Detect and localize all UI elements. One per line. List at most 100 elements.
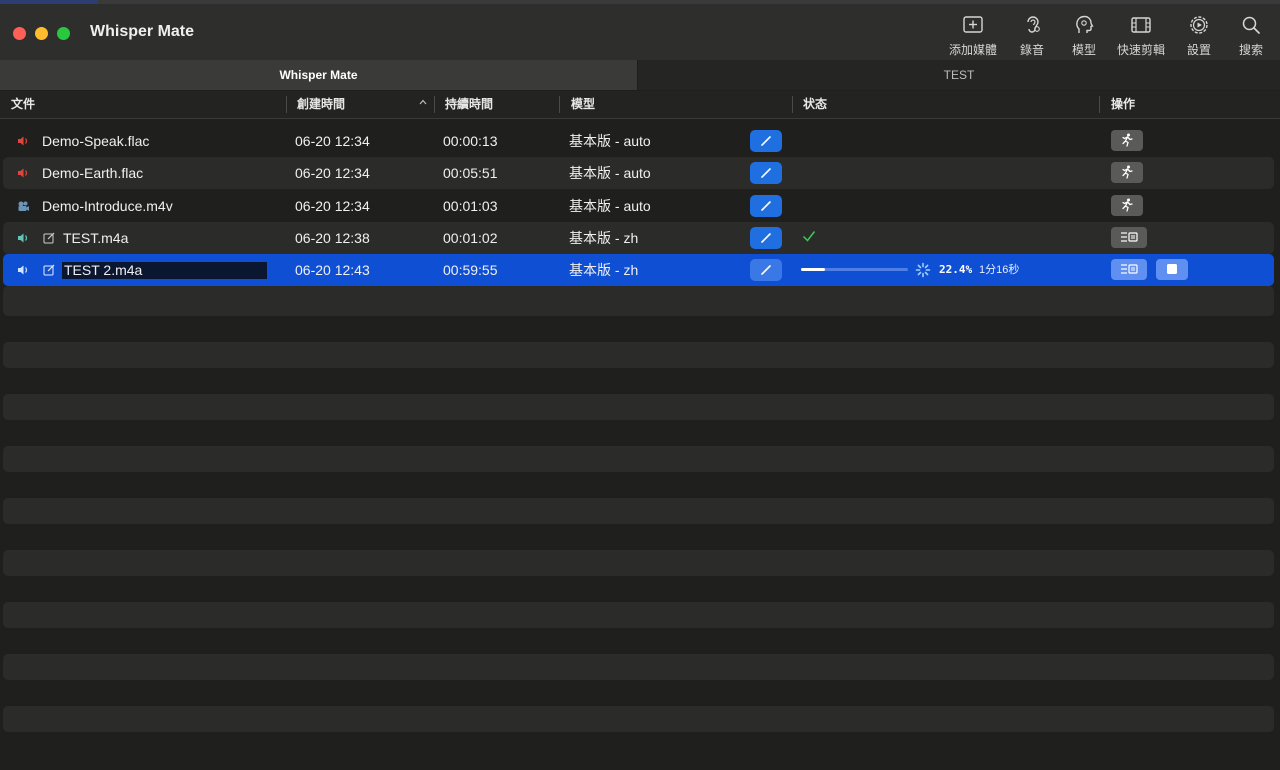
pencil-icon <box>761 168 771 178</box>
column-header-status[interactable]: 状态 <box>803 91 827 118</box>
created-time: 06-20 12:34 <box>295 133 370 149</box>
view-subtitles-button[interactable] <box>1111 227 1147 248</box>
pencil-icon <box>761 265 771 275</box>
record-label: 錄音 <box>1019 43 1044 57</box>
empty-row <box>3 290 1274 316</box>
edit-note-icon[interactable] <box>43 264 55 276</box>
created-time: 06-20 12:34 <box>295 165 370 181</box>
created-time: 06-20 12:38 <box>295 230 370 246</box>
table-row-selected[interactable]: TEST 2.m4a 06-20 12:43 00:59:55 基本版 - zh… <box>3 254 1274 286</box>
close-window-button[interactable] <box>13 27 26 40</box>
table-row[interactable]: TEST.m4a 06-20 12:38 00:01:02 基本版 - zh <box>3 222 1274 254</box>
view-subtitles-button[interactable] <box>1111 259 1147 280</box>
edit-model-button[interactable] <box>750 195 782 217</box>
pencil-icon <box>761 201 771 211</box>
video-file-icon <box>18 201 29 211</box>
search-icon <box>1242 16 1260 34</box>
table-row[interactable]: Demo-Speak.flac 06-20 12:34 00:00:13 基本版… <box>3 125 1274 157</box>
column-separator <box>559 96 560 113</box>
file-name: TEST.m4a <box>63 230 129 246</box>
column-separator <box>792 96 793 113</box>
audio-file-red-icon <box>18 168 28 178</box>
head-profile-icon <box>1076 15 1094 33</box>
tab-bar: Whisper Mate TEST <box>0 60 1280 90</box>
search-label: 搜索 <box>1238 43 1263 57</box>
run-transcribe-button[interactable] <box>1111 130 1143 151</box>
running-figure-icon <box>1122 198 1133 212</box>
empty-row <box>3 628 1274 654</box>
running-figure-icon <box>1122 133 1133 147</box>
duration: 00:05:51 <box>443 165 498 181</box>
file-name: Demo-Earth.flac <box>42 165 144 181</box>
column-header-model[interactable]: 模型 <box>571 91 595 118</box>
empty-row <box>3 420 1274 446</box>
stop-icon <box>1167 264 1177 274</box>
zoom-window-button[interactable] <box>57 27 70 40</box>
record-button[interactable]: 錄音 <box>1013 14 1051 60</box>
file-name: Demo-Speak.flac <box>42 133 150 149</box>
subtitles-icon <box>1121 264 1138 274</box>
add-media-label: 添加媒體 <box>948 43 997 57</box>
empty-row <box>3 706 1274 732</box>
empty-row <box>3 602 1274 628</box>
column-separator <box>286 96 287 113</box>
model-label: 模型 <box>1071 43 1096 57</box>
search-button[interactable]: 搜索 <box>1232 14 1270 60</box>
empty-row <box>3 446 1274 472</box>
empty-row <box>3 550 1274 576</box>
settings-button[interactable]: 設置 <box>1180 14 1218 60</box>
audio-file-red-icon <box>18 136 28 146</box>
model-name: 基本版 - auto <box>569 198 651 214</box>
empty-row <box>3 732 1274 758</box>
run-transcribe-button[interactable] <box>1111 162 1143 183</box>
audio-file-white-icon <box>18 265 28 275</box>
duration: 00:01:03 <box>443 198 498 214</box>
empty-row <box>3 394 1274 420</box>
transcription-progress-bar <box>801 268 908 271</box>
edit-model-button[interactable] <box>750 130 782 152</box>
run-transcribe-button[interactable] <box>1111 195 1143 216</box>
column-header-file[interactable]: 文件 <box>11 91 35 118</box>
tab-test[interactable]: TEST <box>638 60 1280 90</box>
empty-row <box>3 524 1274 550</box>
table-row[interactable]: Demo-Earth.flac 06-20 12:34 00:05:51 基本版… <box>3 157 1274 189</box>
sort-ascending-icon <box>419 99 427 105</box>
pencil-icon <box>761 136 771 146</box>
empty-row <box>3 342 1274 368</box>
column-header-actions[interactable]: 操作 <box>1111 91 1135 118</box>
add-media-icon <box>963 16 983 33</box>
table-header: 文件 創建時間 持續時間 模型 状态 操作 <box>0 91 1280 119</box>
file-name: Demo-Introduce.m4v <box>42 198 173 214</box>
settings-label: 設置 <box>1186 43 1211 57</box>
empty-row <box>3 368 1274 394</box>
edit-model-button[interactable] <box>750 259 782 281</box>
table-row[interactable]: Demo-Introduce.m4v 06-20 12:34 00:01:03 … <box>3 190 1274 222</box>
minimize-window-button[interactable] <box>35 27 48 40</box>
column-separator <box>1099 96 1100 113</box>
transcription-progress-fill <box>801 268 825 271</box>
loading-spinner-icon <box>915 262 931 278</box>
empty-row <box>3 654 1274 680</box>
empty-row <box>3 576 1274 602</box>
film-strip-icon <box>1131 17 1151 33</box>
stop-button[interactable] <box>1156 259 1188 280</box>
created-time: 06-20 12:34 <box>295 198 370 214</box>
edit-note-icon[interactable] <box>43 232 55 244</box>
quick-edit-button[interactable]: 快速剪輯 <box>1114 14 1168 60</box>
model-name: 基本版 - zh <box>569 262 639 278</box>
edit-model-button[interactable] <box>750 227 782 249</box>
model-button[interactable]: 模型 <box>1065 14 1103 60</box>
tab-whisper-mate[interactable]: Whisper Mate <box>0 60 637 90</box>
empty-table-area <box>3 290 1274 770</box>
column-header-duration[interactable]: 持續時間 <box>445 91 493 118</box>
add-media-button[interactable]: 添加媒體 <box>946 14 1000 60</box>
column-header-created[interactable]: 創建時間 <box>297 91 345 118</box>
subtitles-icon <box>1121 232 1138 242</box>
empty-row <box>3 472 1274 498</box>
empty-row <box>3 498 1274 524</box>
pencil-icon <box>761 233 771 243</box>
done-check-icon <box>802 231 816 242</box>
ear-icon <box>1027 16 1040 33</box>
file-name: TEST 2.m4a <box>64 262 143 278</box>
edit-model-button[interactable] <box>750 162 782 184</box>
